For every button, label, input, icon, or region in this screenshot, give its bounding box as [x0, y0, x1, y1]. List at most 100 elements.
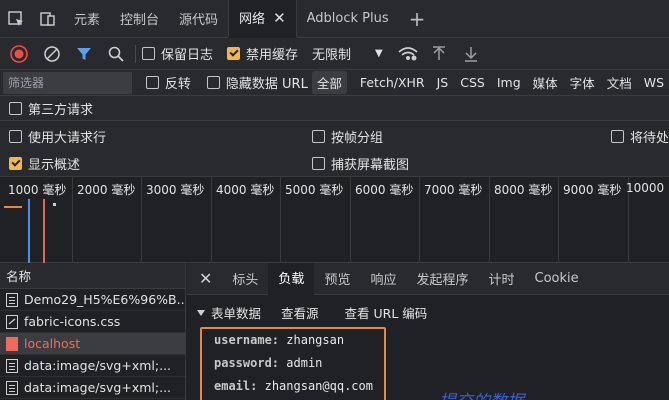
filter-icon[interactable]	[75, 38, 93, 70]
checkbox-box[interactable]	[145, 76, 159, 89]
checkbox-box[interactable]	[9, 157, 22, 170]
timeline-tick: 1000 毫秒	[8, 183, 67, 197]
tab-preview[interactable]: 预览	[314, 263, 360, 295]
network-conditions-icon[interactable]	[397, 38, 419, 70]
devtools-tabbar: 元素 控制台 源代码 网络 ✕ Adblock Plus +	[0, 0, 669, 38]
hide-data-urls-label: 隐藏数据 URL	[225, 77, 308, 92]
checkbox-box[interactable]	[312, 157, 325, 170]
third-party-checkbox[interactable]: 第三方请求	[9, 99, 93, 118]
type-filter-doc[interactable]: 文档	[602, 71, 637, 94]
form-field: username: zhangsan	[214, 333, 344, 347]
export-har-icon[interactable]	[463, 38, 479, 70]
checkbox-box[interactable]	[9, 101, 22, 115]
view-source-link[interactable]: 查看源	[281, 303, 319, 322]
preserve-log-checkbox[interactable]: 保留日志	[142, 38, 213, 70]
field-key: email:	[214, 379, 258, 393]
request-detail: ✕ 标头 负载 预览 响应 发起程序 计时 Cookie 表单数据 查看源 查看…	[187, 262, 669, 400]
large-rows-checkbox[interactable]: 使用大请求行	[9, 127, 106, 146]
grid-line	[280, 177, 281, 263]
tab-console[interactable]: 控制台	[110, 0, 169, 38]
search-icon[interactable]	[107, 38, 125, 70]
timeline-tick: 10000	[626, 181, 665, 195]
invert-checkbox[interactable]: 反转	[145, 73, 191, 92]
timeline-tick: 3000 毫秒	[146, 183, 205, 197]
type-filter-js[interactable]: JS	[432, 73, 454, 92]
type-filter-ws[interactable]: WS	[639, 73, 669, 92]
close-tab-icon[interactable]: ✕	[273, 9, 286, 27]
device-toolbar-icon[interactable]	[32, 0, 64, 38]
grid-line	[141, 177, 142, 263]
tab-cookies[interactable]: Cookie	[525, 263, 589, 295]
tab-sources[interactable]: 源代码	[169, 0, 228, 38]
field-key: username:	[214, 333, 280, 347]
type-filter-img[interactable]: Img	[492, 73, 526, 92]
record-icon[interactable]	[9, 38, 29, 70]
add-tab-icon[interactable]: +	[399, 7, 436, 31]
view-url-encoded-link[interactable]: 查看 URL 编码	[345, 303, 428, 322]
inspect-element-icon[interactable]	[0, 0, 32, 38]
tab-adblock-plus[interactable]: Adblock Plus	[297, 0, 399, 38]
checkbox-box[interactable]	[611, 130, 624, 143]
request-name: fabric-icons.css	[24, 314, 121, 329]
timeline-tick: 5000 毫秒	[285, 183, 344, 197]
request-list-header[interactable]: 名称	[0, 263, 185, 289]
tab-label: Adblock Plus	[306, 11, 389, 26]
checkbox-box[interactable]	[9, 130, 22, 143]
network-toolbar: 保留日志 禁用缓存 无限制 ▼	[0, 38, 669, 70]
hide-data-urls-checkbox[interactable]: 隐藏数据 URL	[206, 73, 308, 92]
settings-panel: 使用大请求行 按帧分组 将待处 显示概述 捕获屏幕截图	[0, 121, 669, 177]
clear-icon[interactable]	[43, 38, 61, 70]
tab-timing[interactable]: 计时	[478, 263, 524, 295]
tab-network[interactable]: 网络 ✕	[228, 0, 297, 38]
expand-triangle-icon[interactable]	[197, 309, 205, 316]
tab-payload[interactable]: 负载	[268, 262, 315, 295]
field-value: admin	[286, 356, 323, 370]
document-icon	[6, 292, 18, 307]
request-row[interactable]: localhost	[0, 333, 185, 355]
type-filter-fetch-xhr[interactable]: Fetch/XHR	[355, 73, 430, 92]
filter-bar: 筛选器 反转 隐藏数据 URL 全部 Fetch/XHR JS CSS Img …	[0, 70, 669, 96]
group-by-frame-checkbox[interactable]: 按帧分组	[312, 127, 383, 146]
image-icon	[6, 358, 18, 373]
show-overview-checkbox[interactable]: 显示概述	[9, 154, 80, 173]
type-filter-media[interactable]: 媒体	[528, 71, 563, 94]
checkbox-box[interactable]	[206, 76, 220, 89]
throttle-value: 无限制	[312, 48, 352, 63]
section-title[interactable]: 表单数据	[211, 303, 261, 322]
checkbox-box[interactable]	[227, 47, 241, 60]
capture-screenshots-checkbox[interactable]: 捕获屏幕截图	[312, 154, 409, 173]
tab-label: 源代码	[179, 13, 219, 28]
filter-placeholder: 筛选器	[8, 76, 45, 90]
filter-input[interactable]: 筛选器	[3, 71, 132, 94]
checkbox-box[interactable]	[142, 47, 155, 60]
timeline-overview[interactable]: 1000 毫秒 2000 毫秒 3000 毫秒 4000 毫秒 5000 毫秒 …	[0, 177, 669, 263]
field-value: zhangsan@qq.com	[264, 379, 373, 393]
timeline-tick: 7000 毫秒	[424, 183, 483, 197]
tab-elements[interactable]: 元素	[64, 0, 110, 38]
request-name: data:image/svg+xml;...	[24, 380, 172, 395]
grid-line	[72, 177, 73, 263]
request-row[interactable]: Demo29_H5%E6%96%B...	[0, 289, 185, 311]
form-field: password: admin	[214, 356, 322, 370]
tab-headers[interactable]: 标头	[222, 263, 268, 295]
type-filter-font[interactable]: 字体	[565, 71, 600, 94]
type-filter-all[interactable]: 全部	[311, 71, 347, 94]
checkbox-box[interactable]	[312, 130, 325, 143]
pending-checkbox[interactable]: 将待处	[611, 127, 669, 146]
field-value: zhangsan	[286, 333, 345, 347]
request-name: Demo29_H5%E6%96%B...	[24, 292, 185, 307]
third-party-row: 第三方请求	[0, 96, 669, 121]
tab-initiator[interactable]: 发起程序	[406, 263, 478, 295]
throttle-select[interactable]: 无限制 ▼	[312, 38, 383, 70]
type-filter-css[interactable]: CSS	[455, 73, 490, 92]
close-detail-icon[interactable]: ✕	[187, 269, 222, 288]
import-har-icon[interactable]	[431, 38, 447, 70]
invert-label: 反转	[164, 77, 191, 92]
request-row[interactable]: fabric-icons.css	[0, 311, 185, 333]
tab-response[interactable]: 响应	[360, 263, 406, 295]
toolbar-divider	[135, 44, 136, 63]
request-row[interactable]: data:image/svg+xml;...	[0, 377, 185, 399]
disable-cache-checkbox[interactable]: 禁用缓存	[227, 38, 298, 70]
request-row[interactable]: data:image/svg+xml;...	[0, 355, 185, 377]
stylesheet-icon	[6, 314, 18, 329]
